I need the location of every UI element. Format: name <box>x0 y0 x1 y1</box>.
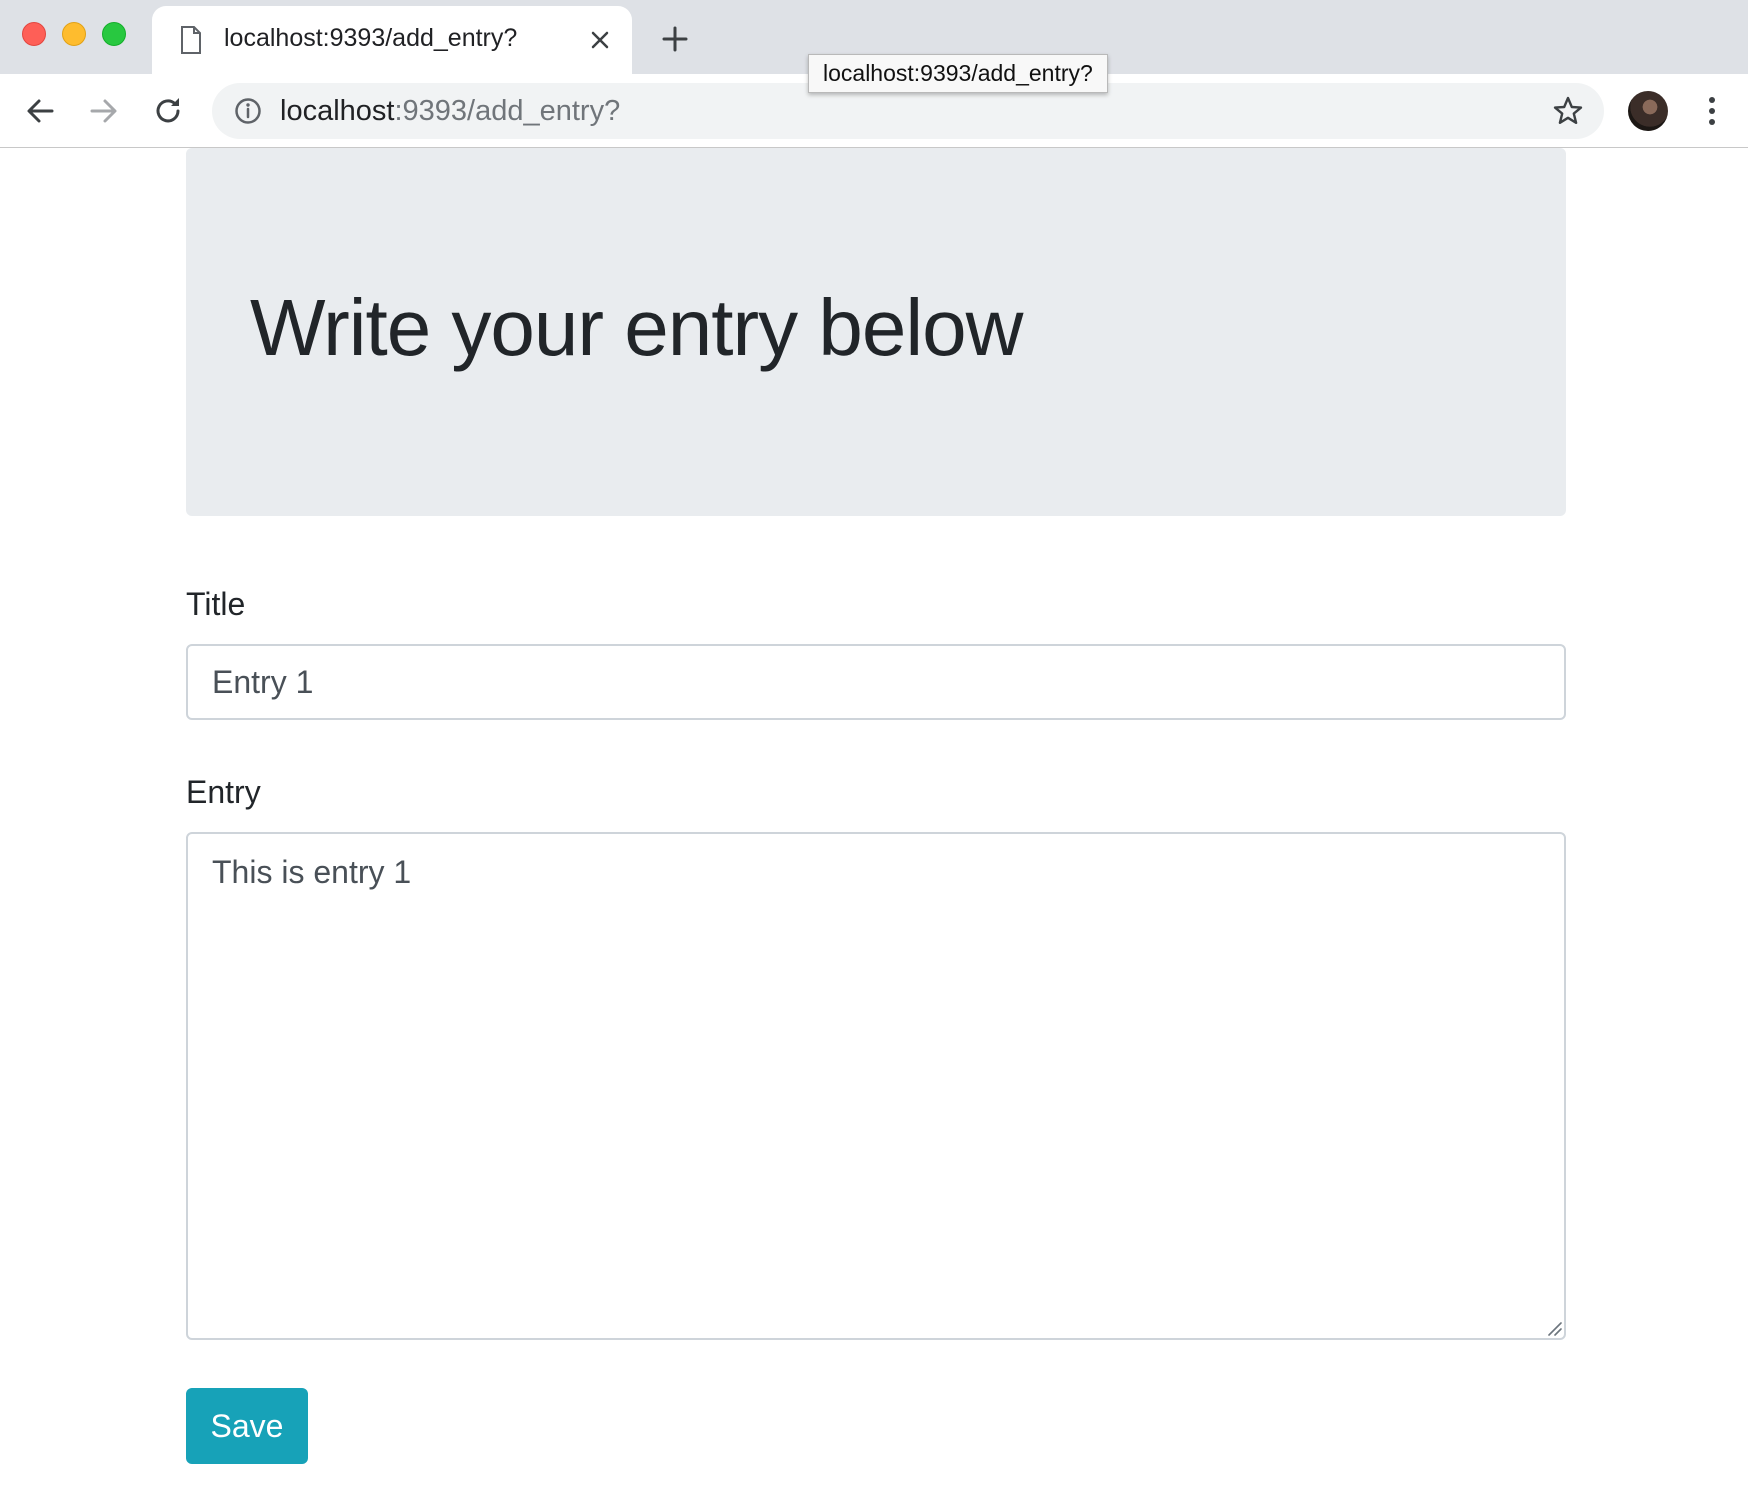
star-icon[interactable] <box>1552 95 1584 127</box>
forward-arrow-icon[interactable] <box>88 95 120 127</box>
url-path: :9393/add_entry? <box>394 95 621 127</box>
kebab-menu-icon[interactable] <box>1700 94 1724 128</box>
window-maximize-button[interactable] <box>102 22 126 46</box>
title-input[interactable] <box>186 644 1566 720</box>
doc-icon <box>181 26 201 54</box>
tab-title: localhost:9393/add_entry? <box>224 24 518 52</box>
url-host: localhost <box>280 95 395 127</box>
save-button[interactable]: Save <box>186 1388 308 1464</box>
browser-tab[interactable]: localhost:9393/add_entry? <box>152 6 632 74</box>
entry-label: Entry <box>186 774 261 810</box>
window-minimize-button[interactable] <box>62 22 86 46</box>
back-arrow-icon[interactable] <box>24 95 56 127</box>
title-label: Title <box>186 586 246 622</box>
close-icon[interactable] <box>588 28 612 52</box>
page-title: Write your entry below <box>250 283 1023 372</box>
reload-icon[interactable] <box>152 95 184 127</box>
avatar[interactable] <box>1628 91 1668 131</box>
entry-textarea[interactable]: This is entry 1 <box>186 832 1566 1340</box>
tab-tooltip: localhost:9393/add_entry? <box>808 54 1108 93</box>
resize-grip-icon[interactable] <box>1546 1320 1562 1336</box>
window-close-button[interactable] <box>22 22 46 46</box>
info-icon[interactable] <box>234 97 262 125</box>
plus-icon[interactable] <box>660 24 690 54</box>
jumbotron: Write your entry below <box>186 148 1566 516</box>
address-url: localhost:9393/add_entry? <box>280 95 620 128</box>
